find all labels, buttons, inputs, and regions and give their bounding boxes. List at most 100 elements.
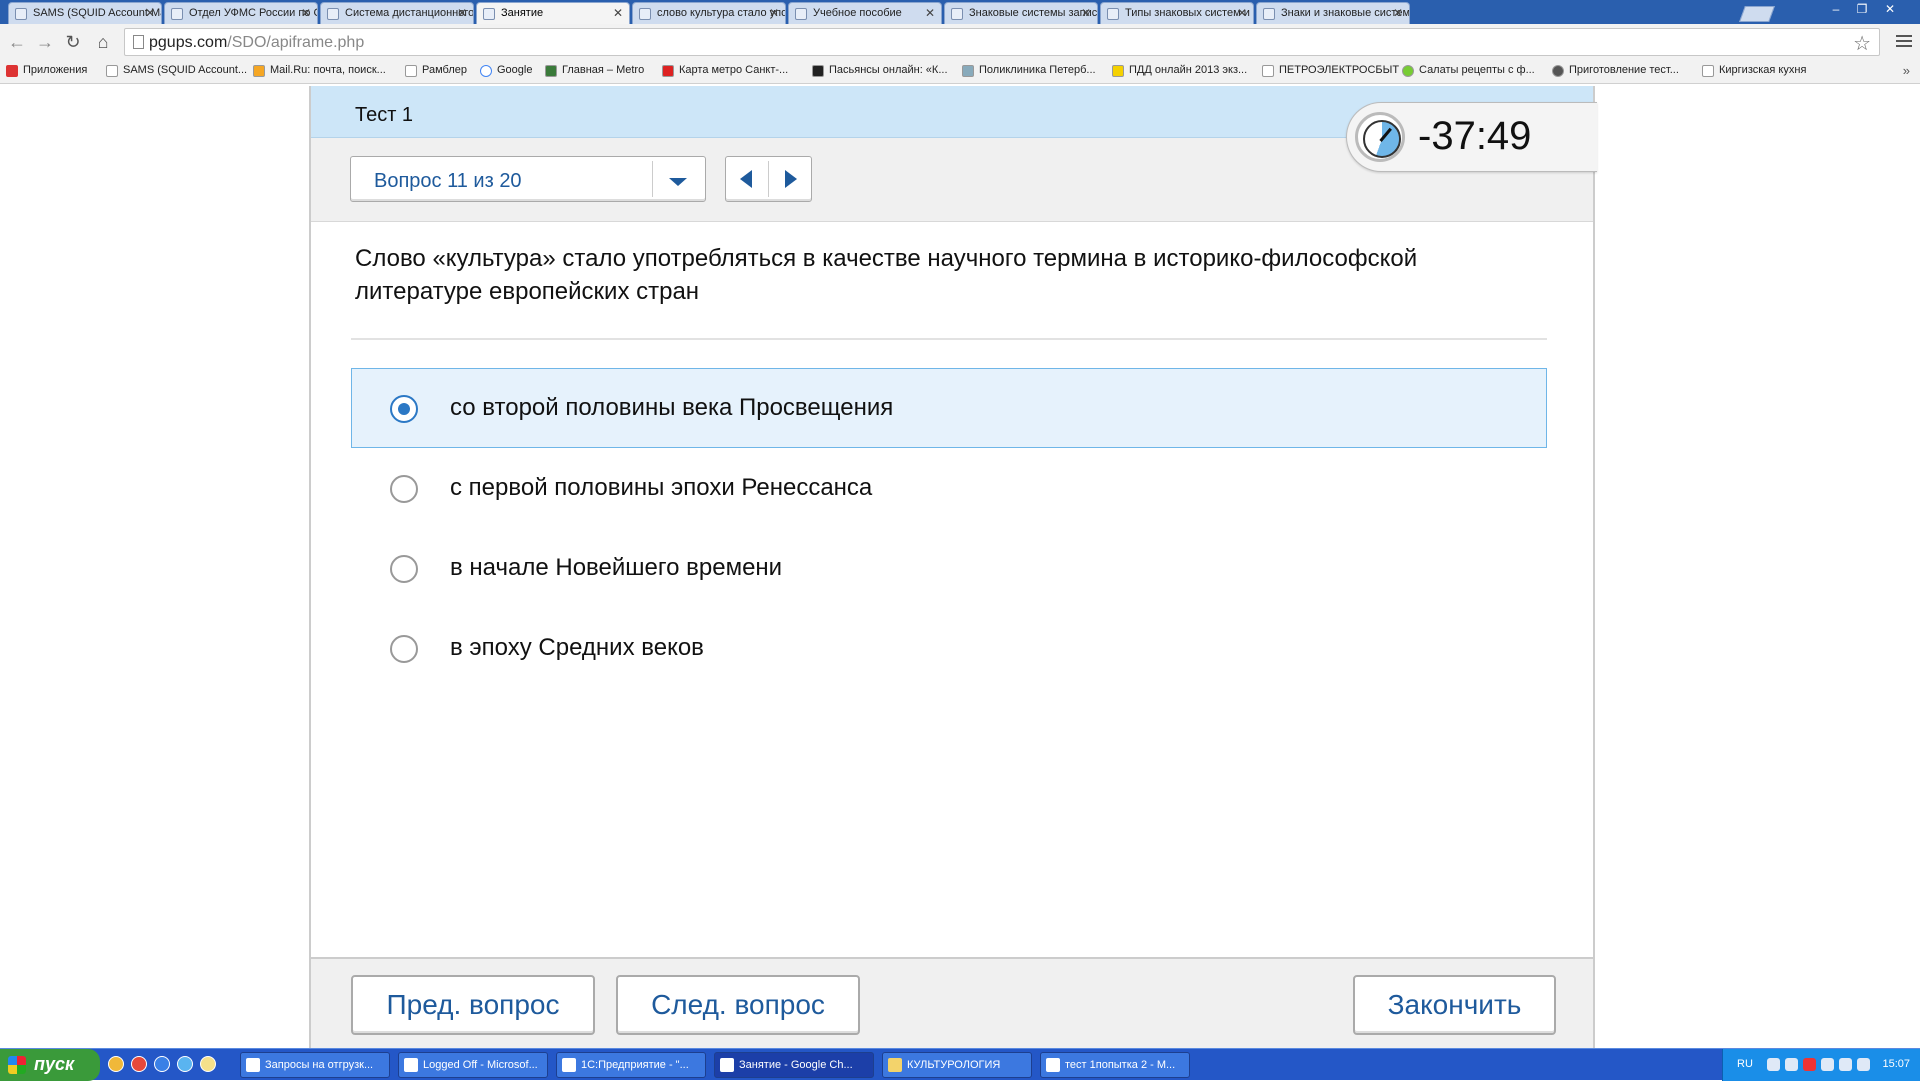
prev-question-button[interactable]: Пред. вопрос [351, 975, 595, 1035]
question-dropdown[interactable]: Вопрос 11 из 20 [350, 156, 706, 202]
opera-icon[interactable] [131, 1056, 147, 1072]
bookmark-item[interactable]: Поликлиника Петерб... [962, 64, 1096, 77]
minimize-icon[interactable]: – [1826, 2, 1846, 18]
home-icon[interactable]: ⌂ [92, 31, 114, 53]
page-icon [15, 8, 27, 20]
taskbar-item[interactable]: КУЛЬТУРОЛОГИЯ [882, 1052, 1032, 1078]
clock: 15:07 [1882, 1058, 1910, 1070]
finish-button[interactable]: Закончить [1353, 975, 1556, 1035]
url-text: pgups.com/SDO/apiframe.php [149, 34, 365, 51]
bookmark-star-icon[interactable]: ☆ [1853, 31, 1871, 56]
metro-m-icon [662, 65, 674, 77]
chevron-right-icon[interactable]: » [1903, 63, 1910, 78]
timer: -37:49 [1346, 102, 1597, 172]
tab-title: Типы знаковых систем и их [1125, 7, 1254, 19]
address-bar[interactable]: pgups.com/SDO/apiframe.php ☆ [124, 28, 1880, 56]
browser-menu-icon[interactable] [1896, 32, 1912, 48]
close-icon[interactable]: ✕ [457, 6, 467, 20]
taskbar-item[interactable]: Запросы на отгрузк... [240, 1052, 390, 1078]
page-icon [171, 8, 183, 20]
bookmark-item[interactable]: ПЕТРОЭЛЕКТРОСБЫТ [1262, 64, 1399, 77]
bookmark-item[interactable]: Карта метро Санкт-... [662, 64, 788, 77]
window-close-icon[interactable]: ✕ [1880, 2, 1900, 18]
next-arrow-button[interactable] [769, 157, 811, 201]
browser-tab[interactable]: Типы знаковых систем и их ✕ [1100, 2, 1254, 24]
answer-option[interactable]: в начале Новейшего времени [351, 528, 1547, 608]
taskbar-item-active[interactable]: Занятие - Google Ch... [714, 1052, 874, 1078]
reload-icon[interactable]: ↻ [62, 31, 84, 53]
clinic-icon [962, 65, 974, 77]
system-tray: RU 15:07 [1722, 1049, 1920, 1081]
browser-tab-active[interactable]: Занятие ✕ [476, 2, 630, 24]
question-arrows [725, 156, 812, 202]
antivirus-icon[interactable] [1803, 1058, 1816, 1071]
prev-arrow-button[interactable] [726, 157, 768, 201]
close-icon[interactable]: ✕ [1393, 6, 1403, 20]
taskbar-item[interactable]: 1С:Предприятие - "... [556, 1052, 706, 1078]
radio-button[interactable] [390, 635, 418, 663]
answer-option[interactable]: в эпоху Средних веков [351, 608, 1547, 688]
spade-icon [812, 65, 824, 77]
page-icon [133, 35, 144, 49]
windows-flag-icon [8, 1056, 26, 1074]
tray-icon[interactable] [1785, 1058, 1798, 1071]
browser-tab[interactable]: SAMS (SQUID Account Mana ✕ [8, 2, 162, 24]
bookmark-apps[interactable]: Приложения [6, 64, 87, 77]
close-icon[interactable]: ✕ [1237, 6, 1247, 20]
salad-icon [1402, 65, 1414, 77]
close-icon[interactable]: ✕ [613, 6, 623, 20]
bookmark-item[interactable]: Приготовление тест... [1552, 64, 1679, 77]
volume-icon[interactable] [1857, 1058, 1870, 1071]
close-icon[interactable]: ✕ [145, 6, 155, 20]
network-icon[interactable] [1839, 1058, 1852, 1071]
bookmark-item[interactable]: Mail.Ru: почта, поиск... [253, 64, 386, 77]
windows-taskbar: пуск Запросы на отгрузк... Logged Off - … [0, 1048, 1920, 1081]
restore-icon[interactable]: ❐ [1852, 2, 1872, 18]
next-question-button[interactable]: След. вопрос [616, 975, 860, 1035]
browser-tab[interactable]: Учебное пособие ✕ [788, 2, 942, 24]
firefox-icon[interactable] [177, 1056, 193, 1072]
divider [351, 338, 1547, 340]
close-icon[interactable]: ✕ [301, 6, 311, 20]
bookmark-item[interactable]: Главная – Metro [545, 64, 644, 77]
close-icon[interactable]: ✕ [925, 6, 935, 20]
bookmark-item[interactable]: ПДД онлайн 2013 экз... [1112, 64, 1247, 77]
tray-icon[interactable] [1767, 1058, 1780, 1071]
browser-tab[interactable]: Знаковые системы записи ✕ [944, 2, 1098, 24]
browser-tab[interactable]: Отдел УФМС России по Са ✕ [164, 2, 318, 24]
radio-button[interactable] [390, 475, 418, 503]
browser-tab[interactable]: Система дистанционного о ✕ [320, 2, 474, 24]
forward-arrow-icon[interactable]: → [34, 31, 56, 53]
answer-option-selected[interactable]: со второй половины века Просвещения [351, 368, 1547, 448]
browser-toolbar: ← → ↻ ⌂ pgups.com/SDO/apiframe.php ☆ [0, 24, 1920, 60]
start-button[interactable]: пуск [0, 1049, 100, 1081]
tray-icon[interactable] [1821, 1058, 1834, 1071]
bookmark-item[interactable]: Google [480, 64, 532, 77]
close-icon[interactable]: ✕ [1081, 6, 1091, 20]
new-tab-button[interactable] [1739, 6, 1775, 22]
tab-title: SAMS (SQUID Account Mana [33, 7, 161, 19]
bookmark-item[interactable]: Киргизская кухня [1702, 64, 1806, 77]
taskbar-item[interactable]: Logged Off - Microsof... [398, 1052, 548, 1078]
ie-icon[interactable] [154, 1056, 170, 1072]
answer-option[interactable]: с первой половины эпохи Ренессанса [351, 448, 1547, 528]
bookmark-item[interactable]: SAMS (SQUID Account... [106, 64, 247, 77]
bookmark-item[interactable]: Салаты рецепты с ф... [1402, 64, 1535, 77]
browser-tab[interactable]: слово культура стало упот ✕ [632, 2, 786, 24]
close-icon[interactable]: ✕ [769, 6, 779, 20]
back-arrow-icon[interactable]: ← [6, 31, 28, 53]
page-icon [1702, 65, 1714, 77]
google-icon [480, 65, 492, 77]
browser-tab[interactable]: Знаки и знаковые системы ✕ [1256, 2, 1410, 24]
bookmark-item[interactable]: Рамблер [405, 64, 467, 77]
radio-button-checked[interactable] [390, 395, 418, 423]
timer-value: -37:49 [1418, 114, 1532, 158]
chrome-icon[interactable] [108, 1056, 124, 1072]
messenger-icon[interactable] [200, 1056, 216, 1072]
taskbar-item[interactable]: тест 1попытка 2 - М... [1040, 1052, 1190, 1078]
page-viewport: Тест 1 Вопрос 11 из 20 -37:49 Слово «кул… [0, 85, 1920, 1048]
language-indicator[interactable]: RU [1737, 1058, 1753, 1070]
divider [652, 161, 653, 197]
radio-button[interactable] [390, 555, 418, 583]
bookmark-item[interactable]: Пасьянсы онлайн: «К... [812, 64, 948, 77]
